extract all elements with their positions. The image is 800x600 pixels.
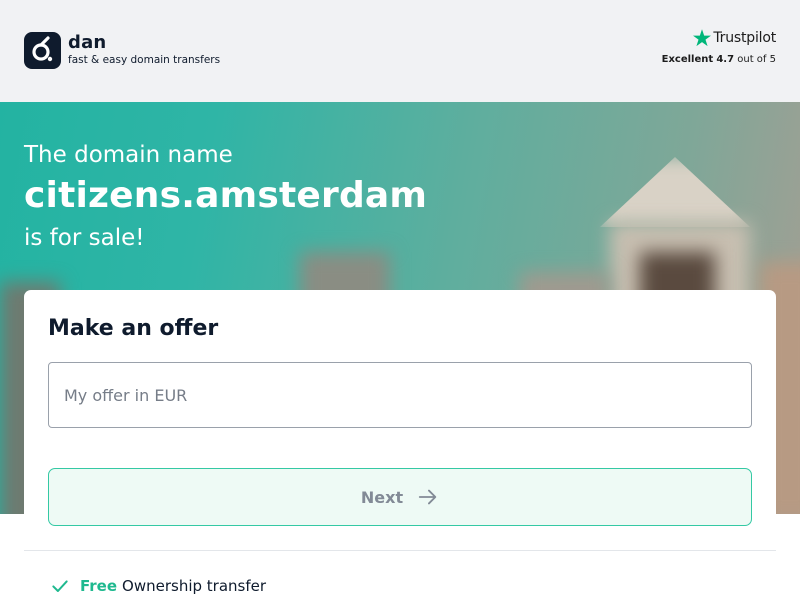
- next-button[interactable]: Next: [48, 468, 752, 526]
- brand-text: dan fast & easy domain transfers: [68, 31, 221, 67]
- dan-logo-icon: [24, 32, 61, 69]
- header: dan fast & easy domain transfers Trustpi…: [0, 0, 800, 102]
- feature-text: Ownership transfer: [122, 577, 267, 595]
- brand-tagline: fast & easy domain transfers: [68, 53, 221, 66]
- divider: [24, 550, 776, 551]
- feature-highlight: Free: [80, 577, 118, 595]
- offer-title: Make an offer: [48, 316, 219, 341]
- check-icon: [52, 580, 68, 592]
- trustpilot-brand: Trustpilot: [662, 28, 776, 48]
- offer-card: Make an offer Next Free Ownership transf…: [24, 290, 776, 600]
- hero-intro: The domain name: [24, 142, 233, 168]
- trustpilot-widget[interactable]: Trustpilot Excellent 4.7 out of 5: [662, 28, 776, 65]
- hero-sale-text: is for sale!: [24, 225, 145, 251]
- brand-name: dan: [68, 31, 107, 53]
- rating-value: 4.7: [716, 54, 735, 65]
- offer-amount-input[interactable]: [48, 362, 752, 428]
- page: dan fast & easy domain transfers Trustpi…: [0, 0, 800, 600]
- brand-logo[interactable]: dan fast & easy domain transfers: [24, 32, 220, 69]
- rating-label: Excellent: [661, 54, 714, 65]
- next-button-label: Next: [360, 487, 404, 507]
- feature-item: Free Ownership transfer: [50, 576, 266, 596]
- hero-heading: The domain name citizens.amsterdam is fo…: [24, 140, 427, 253]
- trustpilot-name: Trustpilot: [713, 30, 776, 46]
- rating-suffix: out of 5: [737, 54, 776, 65]
- trustpilot-rating: Excellent 4.7 out of 5: [662, 54, 776, 65]
- domain-name: citizens.amsterdam: [24, 175, 428, 216]
- arrow-right-icon: [418, 489, 437, 505]
- star-icon: [693, 29, 712, 47]
